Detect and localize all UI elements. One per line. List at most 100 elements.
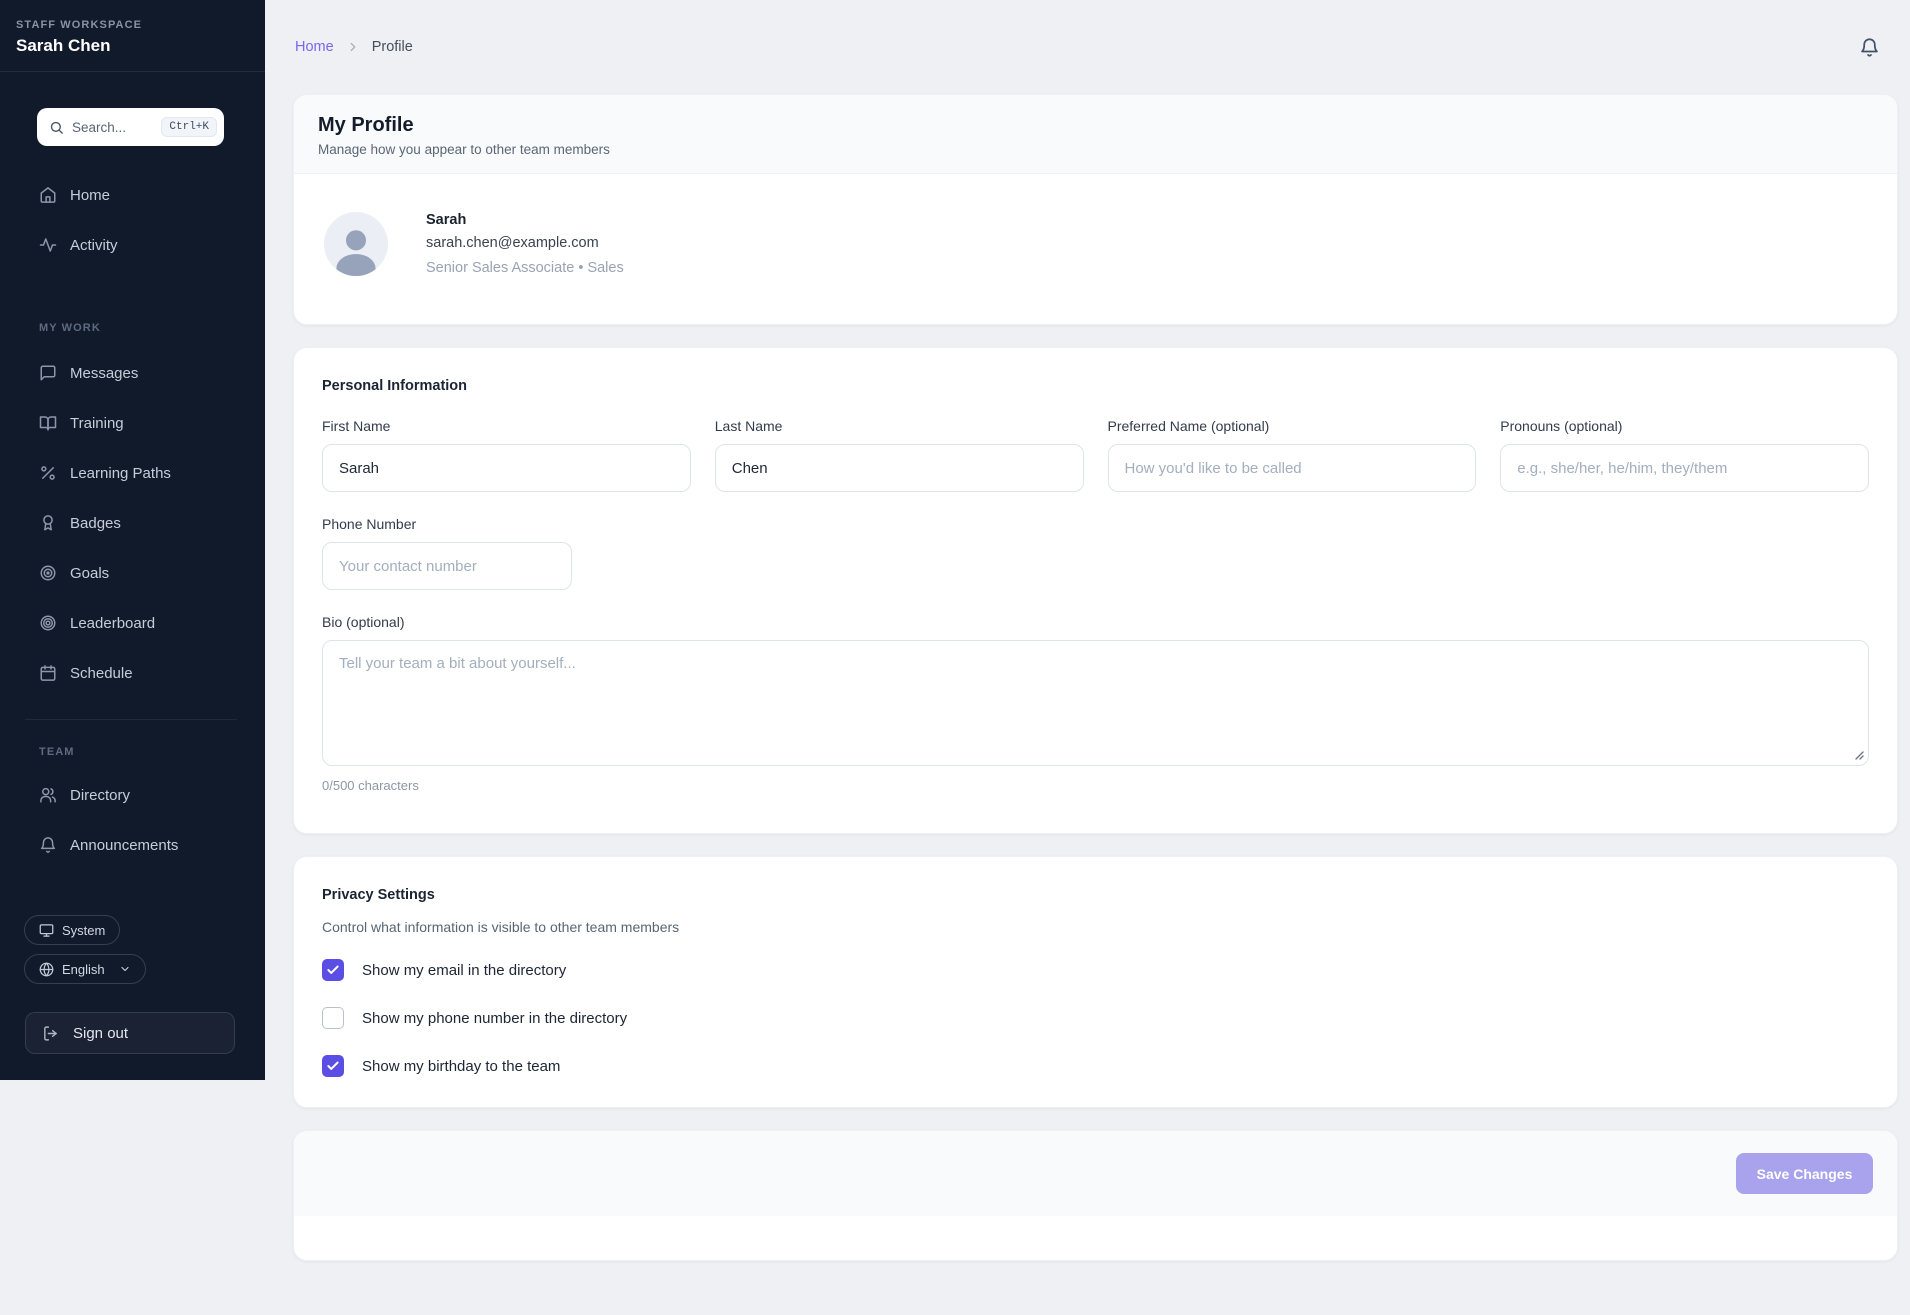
sidebar-item-goals[interactable]: Goals	[0, 548, 265, 598]
language-label: English	[62, 962, 105, 977]
privacy-subtitle: Control what information is visible to o…	[322, 919, 1869, 935]
sidebar-item-label: Schedule	[70, 665, 133, 682]
home-icon	[39, 186, 57, 204]
globe-icon	[39, 962, 54, 977]
activity-icon	[39, 236, 57, 254]
privacy-settings-card: Privacy Settings Control what informatio…	[293, 856, 1898, 1108]
sidebar-item-learning-paths[interactable]: Learning Paths	[0, 448, 265, 498]
name-fields-row: First Name Last Name Preferred Name (opt…	[322, 418, 1869, 492]
search-icon	[49, 120, 64, 135]
message-icon	[39, 364, 57, 382]
pronouns-input[interactable]	[1500, 444, 1869, 492]
language-select-button[interactable]: English	[24, 954, 146, 984]
privacy-option-phone: Show my phone number in the directory	[322, 1007, 1869, 1029]
sidebar-item-training[interactable]: Training	[0, 398, 265, 448]
breadcrumb: Home Profile	[295, 39, 413, 55]
phone-input[interactable]	[322, 542, 572, 590]
pronouns-field-group: Pronouns (optional)	[1500, 418, 1869, 492]
sign-out-button[interactable]: Sign out	[25, 1012, 235, 1054]
search-input[interactable]: Search... Ctrl+K	[37, 108, 224, 146]
bio-field-group: Bio (optional) 0/500 characters	[322, 614, 1869, 793]
personal-info-card: Personal Information First Name Last Nam…	[293, 347, 1898, 834]
privacy-title: Privacy Settings	[322, 887, 1869, 903]
sidebar-nav: Home Activity MY WORK Messages Training	[0, 170, 265, 870]
profile-name: Sarah	[426, 212, 624, 228]
profile-role: Senior Sales Associate • Sales	[426, 260, 624, 276]
checkbox-show-birthday[interactable]	[322, 1055, 344, 1077]
users-icon	[39, 786, 57, 804]
topbar: Home Profile	[265, 0, 1910, 94]
target-icon	[39, 564, 57, 582]
sidebar: STAFF WORKSPACE Sarah Chen Search... Ctr…	[0, 0, 265, 1080]
sidebar-item-label: Goals	[70, 565, 109, 582]
sidebar-item-badges[interactable]: Badges	[0, 498, 265, 548]
main-area: Home Profile My Profile Manage how you a…	[265, 0, 1910, 1314]
page-title: My Profile	[318, 112, 1873, 138]
monitor-icon	[39, 923, 54, 938]
breadcrumb-home-link[interactable]: Home	[295, 39, 334, 55]
chevron-right-icon	[346, 40, 360, 54]
sidebar-item-label: Activity	[70, 237, 118, 254]
sidebar-item-label: Learning Paths	[70, 465, 171, 482]
workspace-header: STAFF WORKSPACE Sarah Chen	[0, 0, 265, 72]
last-name-field-group: Last Name	[715, 418, 1084, 492]
sidebar-item-label: Messages	[70, 365, 138, 382]
first-name-input[interactable]	[322, 444, 691, 492]
preferred-name-input[interactable]	[1108, 444, 1477, 492]
book-open-icon	[39, 414, 57, 432]
checkbox-show-phone[interactable]	[322, 1007, 344, 1029]
search-shortcut-badge: Ctrl+K	[161, 117, 217, 137]
save-bar-footer	[294, 1216, 1897, 1260]
profile-card-header: My Profile Manage how you appear to othe…	[294, 95, 1897, 174]
bio-textarea[interactable]	[322, 640, 1869, 766]
section-label-my-work: MY WORK	[39, 322, 265, 334]
page-content: My Profile Manage how you appear to othe…	[265, 94, 1910, 1314]
chevron-down-icon	[119, 963, 131, 975]
last-name-input[interactable]	[715, 444, 1084, 492]
sidebar-item-label: Home	[70, 187, 110, 204]
checkbox-label: Show my phone number in the directory	[362, 1010, 627, 1027]
sidebar-item-home[interactable]: Home	[0, 170, 265, 220]
sidebar-item-announcements[interactable]: Announcements	[0, 820, 265, 870]
theme-toggle-label: System	[62, 923, 105, 938]
sidebar-footer: System English Sign out	[0, 915, 265, 1080]
bio-character-counter: 0/500 characters	[322, 778, 1869, 793]
search-placeholder: Search...	[72, 120, 126, 135]
pronouns-label: Pronouns (optional)	[1500, 418, 1869, 434]
award-icon	[39, 514, 57, 532]
avatar	[324, 212, 388, 276]
sidebar-item-schedule[interactable]: Schedule	[0, 648, 265, 698]
checkbox-label: Show my birthday to the team	[362, 1058, 560, 1075]
sidebar-item-label: Badges	[70, 515, 121, 532]
privacy-option-birthday: Show my birthday to the team	[322, 1055, 1869, 1077]
identity-row: Sarah sarah.chen@example.com Senior Sale…	[294, 174, 1897, 324]
bio-label: Bio (optional)	[322, 614, 1869, 630]
save-bar-card: Save Changes	[293, 1130, 1898, 1261]
app-root: STAFF WORKSPACE Sarah Chen Search... Ctr…	[0, 0, 1910, 1315]
checkbox-show-email[interactable]	[322, 959, 344, 981]
save-changes-button[interactable]: Save Changes	[1736, 1153, 1873, 1194]
sidebar-item-directory[interactable]: Directory	[0, 770, 265, 820]
workspace-label: STAFF WORKSPACE	[16, 19, 249, 31]
section-label-team: TEAM	[39, 746, 265, 758]
theme-toggle-button[interactable]: System	[24, 915, 120, 945]
first-name-field-group: First Name	[322, 418, 691, 492]
notifications-bell-icon[interactable]	[1859, 37, 1880, 58]
sidebar-item-label: Announcements	[70, 837, 178, 854]
breadcrumb-current: Profile	[372, 39, 413, 55]
sign-out-label: Sign out	[73, 1025, 128, 1042]
logout-icon	[42, 1025, 59, 1042]
phone-label: Phone Number	[322, 516, 1869, 532]
sidebar-item-messages[interactable]: Messages	[0, 348, 265, 398]
sidebar-item-activity[interactable]: Activity	[0, 220, 265, 270]
preferred-name-label: Preferred Name (optional)	[1108, 418, 1477, 434]
first-name-label: First Name	[322, 418, 691, 434]
percent-route-icon	[39, 464, 57, 482]
privacy-options: Show my email in the directory Show my p…	[322, 959, 1869, 1077]
checkbox-label: Show my email in the directory	[362, 962, 566, 979]
rings-icon	[39, 614, 57, 632]
sidebar-item-label: Directory	[70, 787, 130, 804]
privacy-option-email: Show my email in the directory	[322, 959, 1869, 981]
sidebar-divider	[25, 719, 237, 720]
sidebar-item-leaderboard[interactable]: Leaderboard	[0, 598, 265, 648]
